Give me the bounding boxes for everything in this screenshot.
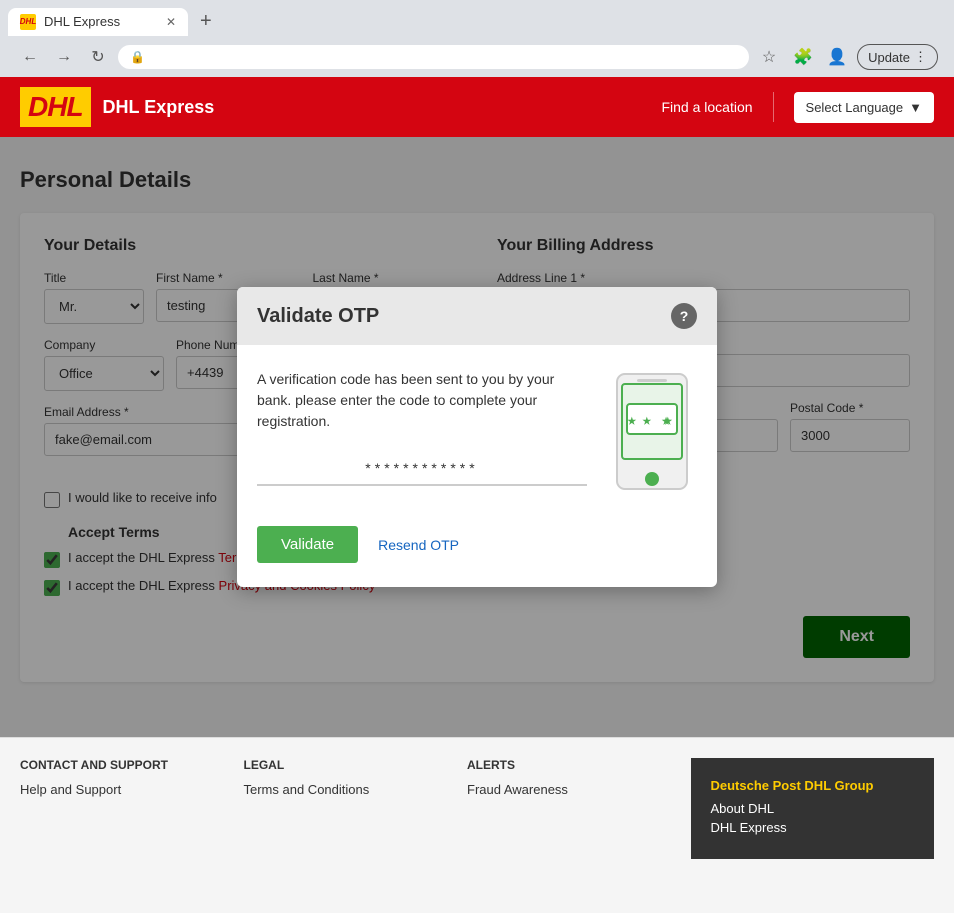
language-selector[interactable]: Select Language ▼: [794, 92, 934, 123]
address-bar[interactable]: 🔒: [118, 45, 749, 69]
otp-input[interactable]: [257, 452, 587, 486]
site-footer: CONTACT AND SUPPORT Help and Support LEG…: [0, 737, 954, 879]
lock-icon: 🔒: [130, 50, 145, 64]
footer-alerts-heading: ALERTS: [467, 758, 671, 772]
toolbar-icons: ☆ 🧩 👤 Update ⋮: [755, 43, 938, 71]
tab-close-button[interactable]: ✕: [166, 15, 176, 29]
forward-button[interactable]: →: [50, 43, 78, 71]
modal-header: Validate OTP ?: [237, 287, 717, 345]
phone-svg: ★ ★ ★ ★: [607, 369, 697, 499]
footer-terms-link[interactable]: Terms and Conditions: [244, 782, 448, 797]
site-header: DHL DHL Express Find a location Select L…: [0, 77, 954, 137]
tab-label: DHL Express: [44, 14, 120, 29]
new-tab-button[interactable]: +: [192, 6, 220, 37]
browser-chrome: DHL DHL Express ✕ + ← → ↻ 🔒 ☆ 🧩 👤 Update…: [0, 0, 954, 77]
footer-help-link[interactable]: Help and Support: [20, 782, 224, 797]
phone-graphic: ★ ★ ★ ★: [607, 369, 697, 502]
modal-title: Validate OTP: [257, 305, 379, 328]
modal-overlay: Validate OTP ? A verification code has b…: [0, 137, 954, 737]
footer-legal-column: LEGAL Terms and Conditions: [244, 758, 468, 859]
reload-button[interactable]: ↻: [84, 43, 112, 71]
extension-button[interactable]: 🧩: [789, 43, 817, 71]
update-button[interactable]: Update ⋮: [857, 44, 938, 70]
validate-button[interactable]: Validate: [257, 526, 358, 563]
footer-fraud-link[interactable]: Fraud Awareness: [467, 782, 671, 797]
profile-button[interactable]: 👤: [823, 43, 851, 71]
find-location-link[interactable]: Find a location: [661, 99, 752, 115]
modal-body: A verification code has been sent to you…: [237, 345, 717, 526]
footer-dhl-express-link[interactable]: DHL Express: [711, 820, 915, 835]
footer-legal-heading: LEGAL: [244, 758, 448, 772]
header-divider: [773, 92, 774, 122]
back-button[interactable]: ←: [16, 43, 44, 71]
modal-footer: Validate Resend OTP: [237, 526, 717, 587]
main-body: Personal Details Your Details Title Mr. …: [0, 137, 954, 737]
footer-about-dhl-link[interactable]: About DHL: [711, 801, 915, 816]
footer-contact-column: CONTACT AND SUPPORT Help and Support: [20, 758, 244, 859]
browser-toolbar: ← → ↻ 🔒 ☆ 🧩 👤 Update ⋮: [8, 37, 946, 77]
dhl-logo: DHL DHL Express: [20, 87, 214, 127]
footer-alerts-column: ALERTS Fraud Awareness: [467, 758, 691, 859]
help-icon[interactable]: ?: [671, 303, 697, 329]
validate-otp-modal: Validate OTP ? A verification code has b…: [237, 287, 717, 587]
page-content: DHL DHL Express Find a location Select L…: [0, 77, 954, 879]
logo-box: DHL: [20, 87, 91, 127]
tab-favicon: DHL: [20, 14, 36, 30]
footer-dhl-group-heading: Deutsche Post DHL Group: [711, 778, 915, 793]
modal-description: A verification code has been sent to you…: [257, 369, 587, 432]
modal-text: A verification code has been sent to you…: [257, 369, 587, 486]
svg-text:★: ★: [663, 410, 673, 429]
svg-text:★: ★: [627, 410, 637, 429]
bookmark-button[interactable]: ☆: [755, 43, 783, 71]
header-right: Find a location Select Language ▼: [661, 92, 934, 123]
brand-name: DHL Express: [103, 97, 215, 118]
dhl-logo-text: DHL: [28, 91, 83, 123]
resend-otp-link[interactable]: Resend OTP: [378, 537, 459, 553]
footer-contact-heading: CONTACT AND SUPPORT: [20, 758, 224, 772]
active-tab[interactable]: DHL DHL Express ✕: [8, 8, 188, 36]
chevron-down-icon: ⋮: [914, 49, 927, 65]
footer-dhl-group-column: Deutsche Post DHL Group About DHL DHL Ex…: [691, 758, 935, 859]
chevron-down-icon: ▼: [909, 100, 922, 115]
